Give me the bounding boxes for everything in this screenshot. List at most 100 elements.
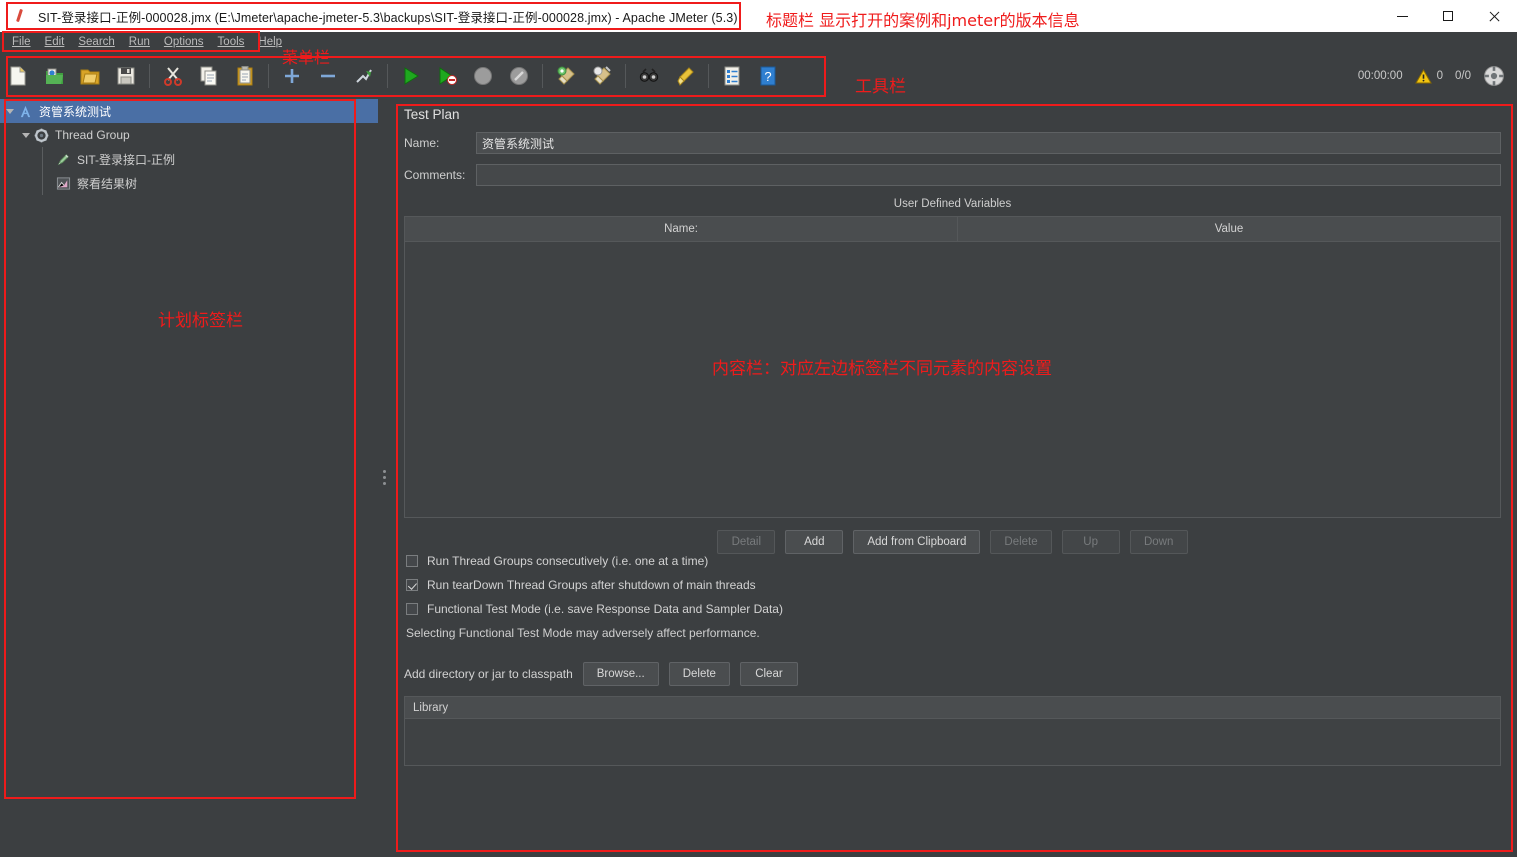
start-icon bbox=[404, 67, 419, 85]
save-button[interactable] bbox=[108, 59, 144, 93]
tree-node-test-plan[interactable]: 资管系统测试 bbox=[0, 99, 378, 123]
open-button[interactable] bbox=[72, 59, 108, 93]
menu-item-search[interactable]: Search bbox=[71, 35, 121, 49]
panel-splitter[interactable] bbox=[378, 97, 390, 857]
minimize-button[interactable] bbox=[1379, 0, 1425, 32]
clear-icon bbox=[557, 66, 575, 85]
run-consecutively-checkbox[interactable] bbox=[406, 555, 418, 567]
clear-all-button[interactable] bbox=[584, 59, 620, 93]
warning-indicator[interactable]: 0 bbox=[1414, 68, 1443, 84]
comments-field-row: Comments: bbox=[398, 164, 1507, 186]
library-column-header[interactable]: Library bbox=[405, 697, 1500, 719]
comments-input[interactable] bbox=[476, 164, 1501, 186]
menu-item-tools[interactable]: Tools bbox=[211, 35, 252, 49]
globe-icon[interactable] bbox=[1483, 65, 1505, 87]
expand-all-icon bbox=[285, 69, 299, 83]
classpath-row: Add directory or jar to classpath Browse… bbox=[404, 662, 1507, 686]
annotation-label-content-panel: 内容栏：对应左边标签栏不同元素的内容设置 bbox=[712, 359, 1052, 379]
annotation-label-toolbar: 工具栏 bbox=[855, 77, 906, 97]
search-icon bbox=[639, 68, 659, 82]
clear-all-icon bbox=[593, 66, 611, 85]
library-table[interactable]: Library bbox=[404, 696, 1501, 766]
expand-toggle-icon[interactable] bbox=[18, 123, 34, 147]
detail-button[interactable]: Detail bbox=[717, 530, 776, 554]
templates-button[interactable] bbox=[36, 59, 72, 93]
test-plan-tree-panel[interactable]: 资管系统测试 Thread Group SIT-登录接口-正例 察看结果树 bbox=[0, 97, 378, 857]
table-header-row: Name: Value bbox=[405, 217, 1500, 242]
toolbar-status: 00:00:00 0 0/0 bbox=[1358, 65, 1517, 87]
new-button[interactable] bbox=[0, 59, 36, 93]
annotation-label-menu-bar: 菜单栏 bbox=[282, 48, 331, 67]
tree-node-thread-group[interactable]: Thread Group bbox=[0, 123, 378, 147]
tree-node-label: SIT-登录接口-正例 bbox=[77, 152, 175, 167]
splitter-grip-icon bbox=[382, 469, 386, 485]
stop-button[interactable] bbox=[465, 59, 501, 93]
maximize-button[interactable] bbox=[1425, 0, 1471, 32]
expand-toggle-icon[interactable] bbox=[2, 99, 18, 123]
toolbar-separator bbox=[708, 64, 709, 88]
copy-button[interactable] bbox=[191, 59, 227, 93]
toggle-icon bbox=[356, 69, 372, 83]
toolbar-separator bbox=[387, 64, 388, 88]
column-header-name[interactable]: Name: bbox=[405, 217, 958, 241]
functional-test-mode-checkbox[interactable] bbox=[406, 603, 418, 615]
help-button[interactable]: ? bbox=[750, 59, 786, 93]
thread-count: 0/0 bbox=[1455, 70, 1471, 82]
classpath-clear-button[interactable]: Clear bbox=[739, 662, 798, 686]
cut-button[interactable] bbox=[155, 59, 191, 93]
svg-text:?: ? bbox=[764, 69, 771, 84]
name-input[interactable]: 资管系统测试 bbox=[476, 132, 1501, 154]
toolbar-separator bbox=[625, 64, 626, 88]
tree-node-view-results-tree[interactable]: 察看结果树 bbox=[0, 171, 378, 195]
toggle-button[interactable] bbox=[346, 59, 382, 93]
menu-item-edit[interactable]: Edit bbox=[38, 35, 72, 49]
help-icon: ? bbox=[760, 66, 776, 86]
close-button[interactable] bbox=[1471, 0, 1517, 32]
paste-button[interactable] bbox=[227, 59, 263, 93]
browse-button[interactable]: Browse... bbox=[582, 662, 659, 686]
table-body[interactable] bbox=[405, 242, 1500, 518]
tree-node-label: Thread Group bbox=[55, 128, 130, 142]
delete-button[interactable]: Delete bbox=[990, 530, 1052, 554]
tree-node-label: 资管系统测试 bbox=[39, 104, 112, 119]
menu-item-run[interactable]: Run bbox=[122, 35, 157, 49]
up-button[interactable]: Up bbox=[1061, 530, 1120, 554]
add-button[interactable]: Add bbox=[785, 530, 844, 554]
run-consecutively-row[interactable]: Run Thread Groups consecutively (i.e. on… bbox=[406, 554, 1507, 568]
functional-test-note: Selecting Functional Test Mode may adver… bbox=[406, 626, 760, 640]
start-no-pauses-button[interactable] bbox=[429, 59, 465, 93]
tree-node-http-sampler[interactable]: SIT-登录接口-正例 bbox=[0, 147, 378, 171]
classpath-delete-button[interactable]: Delete bbox=[668, 662, 730, 686]
name-label: Name: bbox=[404, 136, 440, 150]
start-button[interactable] bbox=[393, 59, 429, 93]
toolbar-separator bbox=[268, 64, 269, 88]
warning-count: 0 bbox=[1436, 70, 1443, 82]
menu-item-file[interactable]: File bbox=[5, 35, 38, 49]
clear-button[interactable] bbox=[548, 59, 584, 93]
toolbar-separator bbox=[149, 64, 150, 88]
menu-item-options[interactable]: Options bbox=[157, 35, 211, 49]
reset-search-button[interactable] bbox=[667, 59, 703, 93]
toolbar-separator bbox=[542, 64, 543, 88]
add-from-clipboard-button[interactable]: Add from Clipboard bbox=[853, 530, 981, 554]
save-icon bbox=[117, 67, 135, 85]
comments-label: Comments: bbox=[404, 168, 466, 182]
start-no-pauses-icon bbox=[439, 67, 457, 85]
search-button[interactable] bbox=[631, 59, 667, 93]
functional-test-mode-row[interactable]: Functional Test Mode (i.e. save Response… bbox=[406, 602, 1507, 616]
run-teardown-row[interactable]: Run tearDown Thread Groups after shutdow… bbox=[406, 578, 1507, 592]
shutdown-button[interactable] bbox=[501, 59, 537, 93]
function-helper-button[interactable] bbox=[714, 59, 750, 93]
reset-search-icon bbox=[677, 67, 694, 86]
run-teardown-checkbox[interactable] bbox=[406, 579, 418, 591]
user-defined-variables-title: User Defined Variables bbox=[893, 198, 1012, 210]
http-sampler-icon bbox=[57, 153, 69, 165]
window-title: SIT-登录接口-正例-000028.jmx (E:\Jmeter\apache… bbox=[38, 10, 738, 25]
paste-icon bbox=[237, 66, 253, 86]
annotation-label-title-bar: 标题栏 显示打开的案例和jmeter的版本信息 bbox=[766, 11, 1080, 30]
down-button[interactable]: Down bbox=[1129, 530, 1188, 554]
column-header-value[interactable]: Value bbox=[958, 217, 1500, 241]
tree-guide-line bbox=[34, 171, 50, 195]
stop-icon bbox=[474, 67, 492, 85]
window-controls bbox=[1379, 0, 1517, 32]
